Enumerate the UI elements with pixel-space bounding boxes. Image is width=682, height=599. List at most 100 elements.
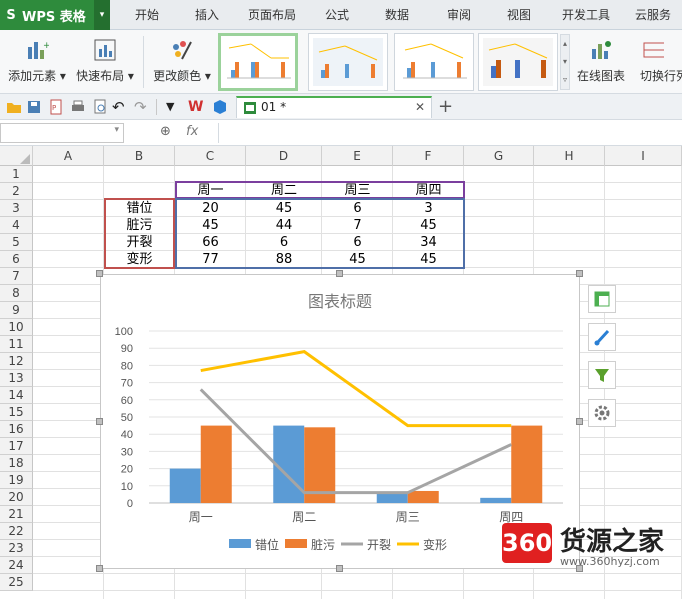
menu-formula[interactable]: 公式 — [316, 0, 358, 30]
row-header[interactable]: 8 — [0, 285, 33, 302]
resize-handle[interactable] — [336, 270, 343, 277]
row-header[interactable]: 17 — [0, 438, 33, 455]
new-tab-icon[interactable]: + — [438, 96, 453, 117]
column-header[interactable]: I — [605, 146, 682, 166]
resize-handle[interactable] — [336, 565, 343, 572]
customize-dropdown-icon[interactable]: ▼ — [166, 99, 182, 115]
column-header[interactable]: A — [33, 146, 104, 166]
row-header[interactable]: 19 — [0, 472, 33, 489]
formula-input[interactable] — [218, 123, 682, 143]
export-pdf-icon[interactable]: P — [48, 99, 64, 115]
chart-style-thumb-3[interactable] — [394, 33, 474, 91]
chart-style-thumb-4[interactable] — [478, 33, 558, 91]
resize-handle[interactable] — [576, 270, 583, 277]
menu-data[interactable]: 数据 — [376, 0, 418, 30]
print-preview-icon[interactable] — [92, 99, 108, 115]
resize-handle[interactable] — [96, 270, 103, 277]
row-header[interactable]: 10 — [0, 319, 33, 336]
row-header[interactable]: 7 — [0, 268, 33, 285]
online-chart-button[interactable]: 在线图表 — [574, 34, 628, 90]
column-header[interactable]: H — [534, 146, 605, 166]
open-folder-icon[interactable] — [6, 99, 22, 115]
switch-rowcol-button[interactable]: 切换行列 — [640, 34, 682, 90]
chart-title[interactable]: 图表标题 — [308, 293, 372, 311]
row-header[interactable]: 14 — [0, 387, 33, 404]
menu-view[interactable]: 视图 — [498, 0, 540, 30]
legend-label[interactable]: 变形 — [423, 537, 447, 552]
value-cell[interactable]: 45 — [322, 251, 393, 268]
row-label-cell[interactable]: 变形 — [104, 251, 175, 268]
row-header[interactable]: 18 — [0, 455, 33, 472]
row-header[interactable]: 24 — [0, 557, 33, 574]
menu-developer[interactable]: 开发工具 — [558, 0, 614, 30]
value-cell[interactable]: 45 — [175, 217, 246, 234]
row-header[interactable]: 3 — [0, 200, 33, 217]
zoom-formula-icon[interactable]: ⊕ — [160, 124, 171, 139]
value-cell[interactable]: 7 — [322, 217, 393, 234]
redo-icon[interactable]: ↷ — [134, 99, 150, 115]
add-element-button[interactable]: + 添加元素 ▾ — [6, 34, 68, 90]
legend-label[interactable]: 开裂 — [367, 538, 391, 552]
gallery-scroll[interactable]: ▴ ▾ ▿ — [560, 34, 570, 90]
row-label-cell[interactable]: 脏污 — [104, 217, 175, 234]
document-tab[interactable]: 01 * ✕ — [236, 96, 432, 118]
cube-icon[interactable] — [212, 99, 228, 115]
value-cell[interactable]: 77 — [175, 251, 246, 268]
bar-错位-周一[interactable] — [169, 468, 201, 503]
menu-cloud[interactable]: 云服务 — [628, 0, 678, 30]
column-header[interactable]: C — [175, 146, 246, 166]
value-cell[interactable]: 45 — [393, 251, 464, 268]
legend-label[interactable]: 错位 — [255, 537, 279, 552]
value-cell[interactable]: 20 — [175, 200, 246, 217]
row-header[interactable]: 4 — [0, 217, 33, 234]
close-tab-icon[interactable]: ✕ — [415, 100, 425, 114]
chart-elements-button[interactable] — [588, 285, 616, 313]
chart-style-button[interactable] — [588, 323, 616, 351]
menu-page-layout[interactable]: 页面布局 — [240, 0, 304, 30]
resize-handle[interactable] — [96, 565, 103, 572]
row-header[interactable]: 6 — [0, 251, 33, 268]
header-cell[interactable]: 周一 — [175, 182, 246, 199]
chart-filter-button[interactable] — [588, 361, 616, 389]
bar-错位-周三[interactable] — [376, 492, 408, 503]
value-cell[interactable]: 6 — [322, 200, 393, 217]
row-header[interactable]: 2 — [0, 183, 33, 200]
name-box[interactable]: ▾ — [0, 123, 124, 143]
header-cell[interactable]: 周四 — [393, 182, 464, 199]
row-header[interactable]: 25 — [0, 574, 33, 591]
change-color-button[interactable]: 更改颜色 ▾ — [150, 34, 214, 90]
row-header[interactable]: 15 — [0, 404, 33, 421]
bar-错位-周四[interactable] — [480, 497, 512, 503]
quick-layout-button[interactable]: 快速布局 ▾ — [74, 34, 136, 90]
value-cell[interactable]: 34 — [393, 234, 464, 251]
menu-insert[interactable]: 插入 — [184, 0, 230, 30]
save-icon[interactable] — [26, 99, 42, 115]
undo-icon[interactable]: ↶ — [112, 99, 128, 115]
value-cell[interactable]: 6 — [322, 234, 393, 251]
chart-style-thumb-1[interactable] — [218, 33, 298, 91]
value-cell[interactable]: 3 — [393, 200, 464, 217]
line-series-变形[interactable] — [200, 350, 512, 428]
column-header[interactable]: D — [246, 146, 322, 166]
row-header[interactable]: 22 — [0, 523, 33, 540]
column-header[interactable]: G — [464, 146, 534, 166]
value-cell[interactable]: 45 — [393, 217, 464, 234]
function-icon[interactable]: fx — [186, 124, 198, 139]
line-series-开裂[interactable] — [199, 388, 512, 495]
row-header[interactable]: 21 — [0, 506, 33, 523]
app-menu-button[interactable]: S WPS 表格 ▾ — [0, 0, 110, 30]
header-cell[interactable]: 周三 — [322, 182, 393, 199]
row-header[interactable]: 1 — [0, 166, 33, 183]
row-header[interactable]: 9 — [0, 302, 33, 319]
select-all-corner[interactable] — [0, 146, 33, 166]
column-header[interactable]: B — [104, 146, 175, 166]
row-header[interactable]: 11 — [0, 336, 33, 353]
chart-style-thumb-2[interactable] — [308, 33, 388, 91]
row-header[interactable]: 13 — [0, 370, 33, 387]
row-header[interactable]: 5 — [0, 234, 33, 251]
value-cell[interactable]: 66 — [175, 234, 246, 251]
value-cell[interactable]: 44 — [246, 217, 322, 234]
row-header[interactable]: 12 — [0, 353, 33, 370]
menu-review[interactable]: 审阅 — [438, 0, 480, 30]
value-cell[interactable]: 45 — [246, 200, 322, 217]
